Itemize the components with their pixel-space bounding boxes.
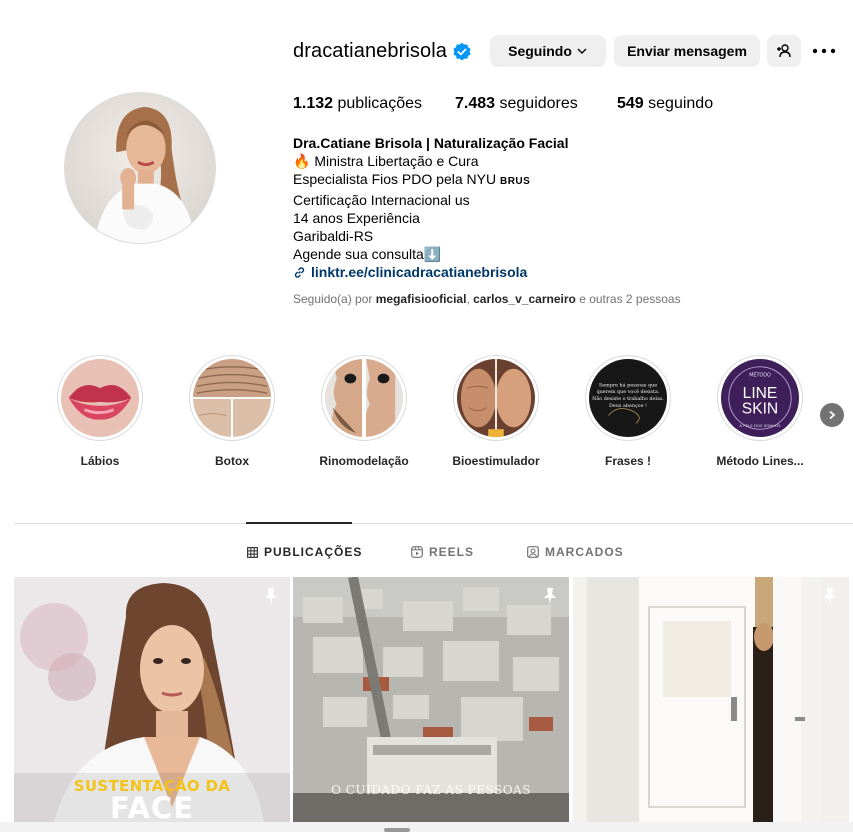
reels-icon [411, 546, 423, 558]
line-skin-bottom: A PELE DOS SONHOS [739, 423, 781, 428]
highlight-label: Lábios [80, 454, 120, 468]
post-overlay-text: O CUIDADO FAZ AS PESSOAS [331, 783, 531, 797]
highlight-metodo-lines[interactable]: MÉTODO LINE SKIN A PELE DOS SONHOS Métod… [710, 355, 810, 468]
more-dots-icon [812, 48, 836, 54]
highlight-frases[interactable]: Sempre há pessoas que querem que você de… [578, 355, 678, 468]
followers-count[interactable]: 7.483 seguidores [455, 95, 617, 113]
post-tile[interactable]: SUSTENTAÇÃO DA FACE [14, 577, 290, 822]
profile-username: dracatianebrisola [293, 40, 448, 62]
pinned-icon [824, 588, 836, 605]
chevron-right-icon [829, 410, 836, 420]
bio-line: 🔥 Ministra Libertação e Cura [293, 153, 479, 169]
profile-photo [65, 93, 215, 243]
followed-by-separator: , [466, 292, 470, 306]
bio-external-link[interactable]: linktr.ee/clinicadracatianebrisola [293, 263, 568, 281]
forehead-image [193, 359, 271, 437]
bio-display-name: Dra.Catiane Brisola | Naturalização Faci… [293, 135, 569, 151]
highlight-label: Frases ! [604, 454, 652, 468]
pinned-icon [544, 588, 556, 605]
svg-text:Deus abençoe !: Deus abençoe ! [609, 403, 647, 409]
posts-count-label: publicações [337, 95, 423, 112]
active-tab-indicator [246, 522, 352, 524]
line-skin-logo: MÉTODO LINE SKIN A PELE DOS SONHOS [721, 359, 799, 437]
highlight-label: Rinomodelação [319, 454, 409, 468]
tab-label: PUBLICAÇÕES [264, 545, 363, 559]
highlight-botox[interactable]: Botox [182, 355, 282, 468]
story-highlights: Lábios Botox Rinomodelação Bioestimulado… [0, 355, 853, 475]
svg-text:Sempre há pessoas que: Sempre há pessoas que [599, 381, 657, 388]
bio-line: Garibaldi-RS [293, 228, 374, 244]
lips-image [61, 359, 139, 437]
posts-count-value: 1.132 [293, 95, 334, 112]
nose-profile-image [325, 359, 403, 437]
suggest-users-button[interactable] [767, 35, 801, 67]
tab-label: MARCADOS [545, 545, 624, 559]
followed-by-prefix: Seguido(a) por [293, 292, 373, 306]
followed-by-user[interactable]: megafisiooficial [376, 292, 467, 306]
followers-count-value: 7.483 [455, 95, 496, 112]
post-image-doorway [573, 577, 849, 822]
tagged-icon [527, 546, 539, 558]
link-icon [294, 266, 305, 278]
tab-label: REELS [429, 545, 475, 559]
highlight-label: Método Lines... [716, 454, 804, 468]
scrollbar-handle[interactable] [384, 828, 410, 832]
bio-line-text: Especialista Fios PDO pela NYU [293, 171, 500, 187]
more-options-button[interactable] [810, 38, 838, 64]
highlight-label: Bioestimulador [452, 454, 540, 468]
posts-count: 1.132 publicações [293, 95, 455, 113]
quote-image: Sempre há pessoas que querem que você de… [589, 359, 667, 437]
post-tile[interactable]: O CUIDADO FAZ AS PESSOAS [293, 577, 569, 822]
tab-marcados[interactable]: MARCADOS [527, 545, 624, 559]
pinned-icon [265, 588, 277, 605]
highlights-next-button[interactable] [820, 403, 844, 427]
bio-link-text: linktr.ee/clinicadracatianebrisola [311, 264, 528, 280]
svg-text:Não desiste o trabalho delas.: Não desiste o trabalho delas. [592, 395, 664, 402]
line-skin-top: MÉTODO [749, 371, 771, 379]
svg-text:querem que você desista.: querem que você desista. [597, 388, 660, 395]
post-tile[interactable] [573, 577, 849, 822]
add-user-icon [777, 44, 791, 58]
bio-line: Certificação Internacional us [293, 192, 470, 208]
followers-count-label: seguidores [499, 95, 578, 112]
highlight-labios[interactable]: Lábios [50, 355, 150, 468]
face-before-after-image [457, 359, 535, 437]
following-count-value: 549 [617, 95, 644, 112]
send-message-button[interactable]: Enviar mensagem [614, 35, 760, 67]
grid-icon [247, 546, 258, 558]
profile-bio: Dra.Catiane Brisola | Naturalização Faci… [293, 134, 568, 281]
bio-line: Agende sua consulta⬇️ [293, 246, 442, 262]
line-skin-line1: LINE [743, 385, 778, 402]
following-count[interactable]: 549 seguindo [617, 95, 713, 113]
followed-by-suffix: e outras 2 pessoas [579, 292, 681, 306]
highlight-rinomodelacao[interactable]: Rinomodelação [314, 355, 414, 468]
bio-line-badge: BRUS [499, 176, 531, 187]
following-button-label: Seguindo [508, 43, 572, 59]
tab-publicacoes[interactable]: PUBLICAÇÕES [247, 545, 362, 559]
bio-line: Especialista Fios PDO pela NYU BRUS [293, 170, 568, 191]
window-bottom-bar [0, 822, 853, 832]
following-count-label: seguindo [648, 95, 714, 112]
chevron-down-icon [577, 48, 587, 54]
tabs-divider [14, 523, 853, 524]
profile-avatar[interactable] [64, 92, 216, 244]
followed-by-user[interactable]: carlos_v_carneiro [473, 292, 576, 306]
following-button[interactable]: Seguindo [490, 35, 606, 67]
followed-by: Seguido(a) por megafisiooficial, carlos_… [293, 292, 681, 306]
bio-line: 14 anos Experiência [293, 210, 420, 226]
line-skin-line2: SKIN [742, 401, 778, 418]
tab-reels[interactable]: REELS [411, 545, 474, 559]
verified-badge-icon [453, 42, 471, 61]
post-caption-bottom: FACE [109, 791, 195, 822]
highlight-label: Botox [215, 454, 249, 468]
profile-stats: 1.132 publicações 7.483 seguidores 549 s… [293, 95, 713, 113]
highlight-bioestimulador[interactable]: Bioestimulador [446, 355, 546, 468]
